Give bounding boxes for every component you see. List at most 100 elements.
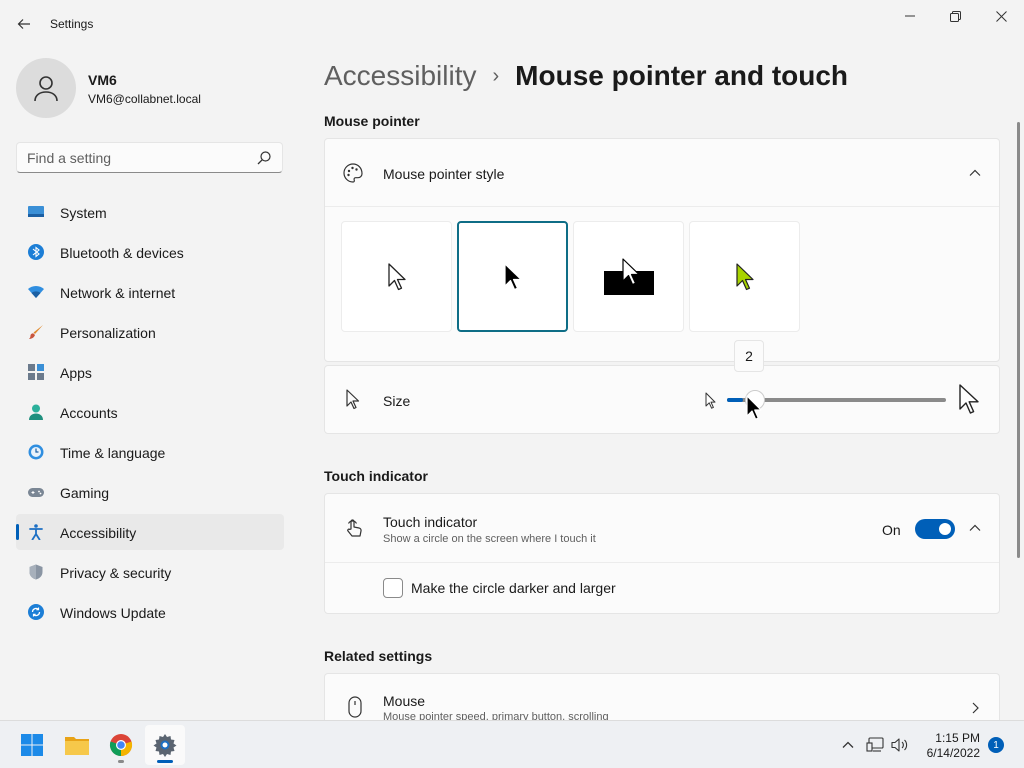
touch-indicator-toggle[interactable]: [915, 519, 955, 539]
size-slider-tooltip: 2: [734, 340, 764, 372]
mouse-icon: [348, 696, 362, 718]
file-explorer-icon: [65, 737, 89, 755]
sidebar-item-personalization[interactable]: Personalization: [16, 314, 284, 350]
sidebar-item-label: Privacy & security: [60, 565, 172, 581]
start-icon: [21, 734, 43, 756]
update-icon: [28, 604, 44, 620]
breadcrumb-parent[interactable]: Accessibility: [324, 60, 476, 92]
inverted-cursor-icon: [603, 257, 654, 295]
sidebar-item-label: Personalization: [60, 325, 156, 341]
pointer-style-inverted[interactable]: [573, 221, 684, 332]
mouse-pointer-style-header[interactable]: Mouse pointer style: [325, 139, 999, 207]
sidebar-item-accessibility[interactable]: Accessibility: [16, 514, 284, 550]
breadcrumb: Accessibility › Mouse pointer and touch: [324, 58, 848, 94]
mouse-settings-label: Mouse: [383, 693, 426, 709]
taskbar-file-explorer[interactable]: [57, 725, 97, 765]
search-box[interactable]: [16, 142, 283, 173]
sidebar-item-label: System: [60, 205, 107, 221]
maximize-button[interactable]: [932, 0, 978, 32]
volume-tray-button[interactable]: [890, 735, 910, 755]
black-cursor-icon: [503, 262, 522, 290]
sidebar-item-apps[interactable]: Apps: [16, 354, 284, 390]
back-button[interactable]: [8, 10, 40, 38]
chevron-up-icon[interactable]: [968, 166, 982, 180]
accounts-icon: [29, 404, 43, 420]
avatar: [16, 58, 76, 118]
sidebar-item-network[interactable]: Network & internet: [16, 274, 284, 310]
sidebar-item-time-language[interactable]: Time & language: [16, 434, 284, 470]
title-bar: Settings: [0, 0, 1024, 48]
mouse-cursor-icon: [746, 395, 762, 420]
profile-name: VM6: [88, 72, 117, 88]
sidebar-item-bluetooth[interactable]: Bluetooth & devices: [16, 234, 284, 270]
system-icon: [28, 206, 44, 217]
taskbar: 1:15 PM 6/14/2022 1: [0, 720, 1024, 768]
pointer-style-white[interactable]: [341, 221, 452, 332]
pointer-style-custom[interactable]: [689, 221, 800, 332]
section-title-mouse-pointer: Mouse pointer: [324, 113, 420, 129]
pointer-style-black[interactable]: [457, 221, 568, 332]
white-cursor-icon: [387, 262, 406, 290]
sidebar-item-gaming[interactable]: Gaming: [16, 474, 284, 510]
breadcrumb-separator: ›: [492, 64, 500, 87]
mouse-settings-description: Mouse pointer speed, primary button, scr…: [383, 711, 609, 720]
settings-icon: [153, 734, 177, 757]
mouse-pointer-style-label: Mouse pointer style: [383, 166, 505, 182]
vertical-scrollbar[interactable]: [1017, 122, 1020, 558]
chevron-right-icon: [972, 702, 979, 714]
search-input[interactable]: [27, 150, 247, 166]
touch-indicator-label: Touch indicator: [383, 514, 478, 530]
shield-icon: [29, 564, 43, 580]
sidebar-item-system[interactable]: System: [16, 194, 284, 230]
toggle-knob: [939, 523, 951, 535]
sidebar-item-label: Apps: [60, 365, 92, 381]
sidebar-item-label: Time & language: [60, 445, 166, 461]
section-title-touch-indicator: Touch indicator: [324, 468, 428, 484]
sidebar-item-label: Accounts: [60, 405, 118, 421]
volume-icon: [891, 738, 908, 752]
clock-icon: [28, 444, 44, 460]
minimize-button[interactable]: [887, 0, 933, 32]
notification-badge[interactable]: 1: [988, 737, 1004, 753]
app-title: Settings: [50, 17, 94, 31]
start-button[interactable]: [12, 725, 52, 765]
show-hidden-icons-button[interactable]: [838, 735, 858, 755]
gamepad-icon: [28, 488, 44, 497]
taskbar-clock[interactable]: 1:15 PM 6/14/2022: [916, 731, 980, 761]
back-arrow-icon: [17, 19, 30, 29]
small-pointer-icon: [705, 392, 716, 409]
bluetooth-icon: [28, 244, 44, 260]
sidebar-item-label: Gaming: [60, 485, 110, 501]
clock-time: 1:15 PM: [935, 731, 980, 745]
touch-icon: [347, 519, 362, 537]
sidebar-item-label: Network & internet: [60, 285, 176, 301]
close-button[interactable]: [978, 0, 1024, 32]
chevron-up-icon[interactable]: [968, 521, 982, 535]
darker-circle-checkbox[interactable]: [383, 578, 403, 598]
size-label: Size: [383, 393, 411, 409]
network-tray-button[interactable]: [865, 735, 885, 755]
sidebar-item-windows-update[interactable]: Windows Update: [16, 594, 284, 630]
large-pointer-icon: [959, 384, 979, 414]
page-title: Mouse pointer and touch: [515, 60, 849, 91]
toggle-state-label: On: [882, 522, 901, 538]
mouse-settings-link[interactable]: Mouse Mouse pointer speed, primary butto…: [324, 673, 1000, 720]
close-icon: [995, 10, 1007, 22]
taskbar-settings[interactable]: [145, 725, 185, 765]
brush-icon: [29, 325, 43, 339]
apps-icon: [28, 364, 44, 380]
taskbar-chrome[interactable]: [101, 725, 141, 765]
minimize-icon: [905, 15, 915, 17]
user-icon: [34, 76, 58, 102]
profile-email: VM6@collabnet.local: [88, 92, 201, 106]
custom-color-cursor-icon: [735, 262, 754, 290]
running-indicator: [118, 760, 124, 763]
chevron-up-icon: [842, 741, 854, 748]
user-profile[interactable]: VM6 VM6@collabnet.local: [16, 58, 286, 118]
palette-icon: [343, 163, 363, 183]
search-icon: [257, 151, 271, 165]
chrome-icon: [109, 734, 133, 757]
sidebar-item-privacy-security[interactable]: Privacy & security: [16, 554, 284, 590]
sidebar-item-accounts[interactable]: Accounts: [16, 394, 284, 430]
section-title-related-settings: Related settings: [324, 648, 433, 664]
